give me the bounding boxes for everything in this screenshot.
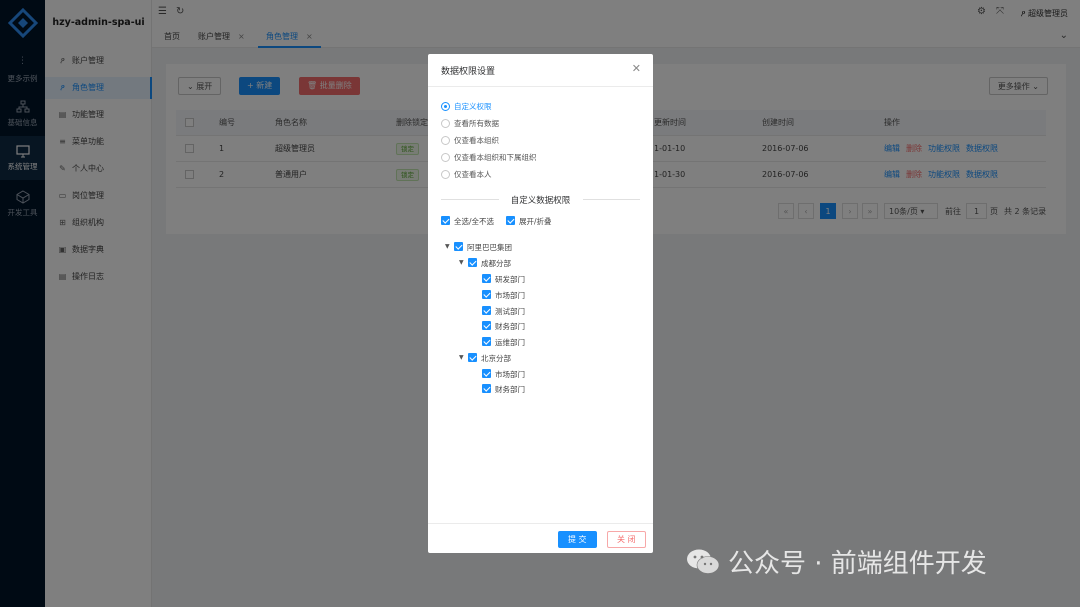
section-divider: 自定义数据权限 <box>441 194 640 206</box>
checkbox-box <box>454 242 463 251</box>
radio-own-org[interactable]: 仅查看本组织 <box>441 135 499 147</box>
checkbox-box <box>482 369 491 378</box>
submit-button[interactable]: 提 交 <box>558 531 597 548</box>
tree-node-label: 成都分部 <box>481 259 511 268</box>
radio-self-only[interactable]: 仅查看本人 <box>441 169 492 181</box>
tree-node-label: 测试部门 <box>495 307 525 316</box>
radio-label: 仅查看本组织 <box>454 136 499 145</box>
header-divider <box>428 86 653 87</box>
close-button[interactable]: 关 闭 <box>607 531 646 548</box>
radio-circle <box>441 119 450 128</box>
tree-node-label: 市场部门 <box>495 370 525 379</box>
checkbox-box <box>482 384 491 393</box>
radio-label: 仅查看本组织和下属组织 <box>454 153 537 162</box>
checkbox-box <box>468 353 477 362</box>
tree-node-leaf[interactable]: 财务部门 <box>482 321 525 332</box>
tree-node-leaf[interactable]: 市场部门 <box>482 369 525 380</box>
checkbox-box <box>482 290 491 299</box>
tree-node-leaf[interactable]: 财务部门 <box>482 384 525 395</box>
caret-down-icon[interactable]: ▼ <box>445 243 450 250</box>
checkbox-box <box>441 216 450 225</box>
radio-label: 查看所有数据 <box>454 119 499 128</box>
tree-node-label: 运维部门 <box>495 338 525 347</box>
footer-divider <box>428 523 653 524</box>
section-title: 自定义数据权限 <box>510 196 571 206</box>
checkbox-box <box>506 216 515 225</box>
radio-label: 仅查看本人 <box>454 170 492 179</box>
radio-circle <box>441 136 450 145</box>
tree-node-label: 研发部门 <box>495 275 525 284</box>
radio-all-data[interactable]: 查看所有数据 <box>441 118 499 130</box>
checkbox-box <box>468 258 477 267</box>
dialog-title: 数据权限设置 <box>441 67 496 77</box>
expand-collapse-checkbox[interactable]: 展开/折叠 <box>506 216 552 227</box>
tree-node-label: 北京分部 <box>481 354 511 363</box>
radio-circle <box>441 153 450 162</box>
tree-node-leaf[interactable]: 研发部门 <box>482 274 525 285</box>
checkbox-label: 全选/全不选 <box>454 217 495 226</box>
tree-node-branch[interactable]: 北京分部 <box>468 353 511 364</box>
tree-node-leaf[interactable]: 测试部门 <box>482 306 525 317</box>
tree-node-label: 财务部门 <box>495 385 525 394</box>
wechat-icon <box>687 549 720 574</box>
radio-circle <box>441 102 450 111</box>
checkbox-box <box>482 321 491 330</box>
caret-down-icon[interactable]: ▼ <box>459 259 464 266</box>
tree-node-root[interactable]: 阿里巴巴集团 <box>454 242 512 253</box>
tree-node-leaf[interactable]: 市场部门 <box>482 290 525 301</box>
radio-circle <box>441 170 450 179</box>
checkbox-box <box>482 337 491 346</box>
tree-node-label: 阿里巴巴集团 <box>467 243 512 252</box>
close-icon[interactable]: ✕ <box>632 62 641 75</box>
watermark-text: 公众号 · 前端组件开发 <box>728 549 987 579</box>
checkbox-box <box>482 274 491 283</box>
radio-org-and-children[interactable]: 仅查看本组织和下属组织 <box>441 152 537 164</box>
tree-node-branch[interactable]: 成都分部 <box>468 258 511 269</box>
checkbox-box <box>482 306 491 315</box>
watermark: 公众号 · 前端组件开发 <box>686 543 987 580</box>
data-permission-dialog: 数据权限设置 ✕ 自定义权限 查看所有数据 仅查看本组织 仅查看本组织和下属组织… <box>428 54 653 553</box>
select-all-checkbox[interactable]: 全选/全不选 <box>441 216 494 227</box>
tree-node-leaf[interactable]: 运维部门 <box>482 337 525 348</box>
radio-custom[interactable]: 自定义权限 <box>441 101 492 113</box>
checkbox-label: 展开/折叠 <box>519 217 552 226</box>
tree-node-label: 市场部门 <box>495 291 525 300</box>
tree-node-label: 财务部门 <box>495 322 525 331</box>
caret-down-icon[interactable]: ▼ <box>459 354 464 361</box>
radio-label: 自定义权限 <box>454 102 492 111</box>
